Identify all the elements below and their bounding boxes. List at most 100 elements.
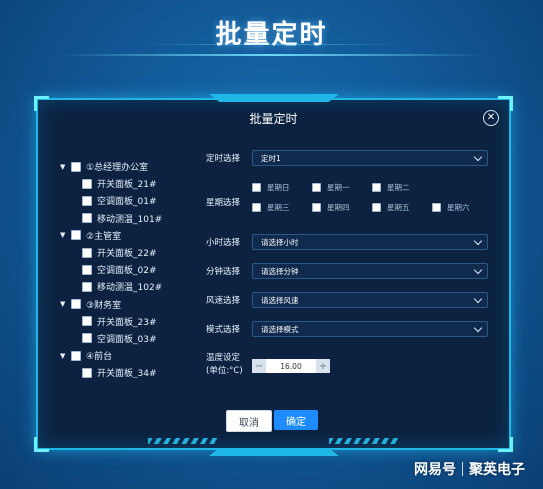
tree-item-label: ③财务室: [86, 300, 122, 311]
weekday-option[interactable]: 星期二: [372, 182, 410, 193]
weekday-checkbox[interactable]: [312, 183, 321, 192]
dialog-title: 批量定时: [249, 112, 298, 126]
weekday-option[interactable]: 星期三: [252, 202, 290, 213]
week-label: 星期选择: [206, 198, 241, 208]
timer-select-value: 定时1: [261, 153, 281, 163]
tree-checkbox[interactable]: [82, 333, 92, 344]
weekday-option[interactable]: 星期一: [312, 182, 350, 193]
timer-select[interactable]: 定时1: [252, 150, 488, 166]
weekday-label: 星期二: [387, 183, 410, 192]
weekday-checkbox[interactable]: [372, 203, 381, 212]
weekday-label: 星期一: [327, 183, 350, 192]
increment-button[interactable]: +: [316, 359, 330, 373]
mode-label: 模式选择: [206, 325, 241, 335]
tree-leaf-item[interactable]: 开关面板_23#: [60, 313, 190, 330]
tree-checkbox[interactable]: [82, 264, 92, 275]
watermark-left: 网易号: [414, 462, 456, 478]
tree-checkbox[interactable]: [82, 316, 92, 327]
tree-item-label: 移动测温_102#: [97, 283, 163, 294]
stripe-decoration: [329, 438, 399, 444]
caret-down-icon[interactable]: ▼: [60, 163, 68, 171]
tree-group-item[interactable]: ▼ ④前台: [60, 347, 190, 364]
weekday-label: 星期六: [447, 203, 470, 212]
tree-checkbox[interactable]: [71, 299, 81, 310]
tree-item-label: ④前台: [86, 352, 113, 363]
tree-leaf-item[interactable]: 空调面板_03#: [60, 330, 190, 347]
chevron-down-icon: [473, 152, 483, 162]
minute-select-placeholder: 请选择分钟: [261, 266, 299, 276]
chevron-down-icon: [473, 294, 483, 304]
caret-down-icon[interactable]: ▼: [60, 352, 68, 360]
hour-row: 小时选择: [206, 234, 250, 250]
minute-label: 分钟选择: [206, 267, 241, 277]
tree-item-label: 空调面板_02#: [97, 266, 157, 277]
cancel-button[interactable]: 取消: [226, 410, 272, 432]
weekday-label: 星期三: [267, 203, 290, 212]
confirm-button[interactable]: 确定: [274, 410, 318, 430]
temperature-value[interactable]: 16.00: [266, 359, 316, 373]
weekday-checkbox[interactable]: [252, 203, 261, 212]
tree-item-label: 空调面板_01#: [97, 197, 157, 208]
corner-decoration: [34, 96, 49, 111]
corner-decoration: [498, 96, 513, 111]
weekday-option[interactable]: 星期五: [372, 202, 410, 213]
temperature-stepper[interactable]: − 16.00 +: [252, 359, 330, 373]
minute-select[interactable]: 请选择分钟: [252, 263, 488, 279]
frame-tab-decoration: [209, 94, 339, 102]
tree-group-item[interactable]: ▼ ②主管室: [60, 227, 190, 244]
weekday-checkbox[interactable]: [252, 183, 261, 192]
temperature-label: 温度设定(单位:°C): [206, 353, 243, 376]
tree-checkbox[interactable]: [82, 213, 92, 224]
tree-checkbox[interactable]: [82, 195, 92, 206]
tree-item-label: 开关面板_22#: [97, 249, 157, 260]
tree-leaf-item[interactable]: 移动测温_101#: [60, 210, 190, 227]
tree-checkbox[interactable]: [82, 178, 92, 189]
weekday-option[interactable]: 星期六: [432, 202, 470, 213]
timer-label: 定时选择: [206, 154, 241, 164]
weekday-checkbox[interactable]: [312, 203, 321, 212]
watermark-right: 聚英电子: [469, 462, 525, 478]
tree-checkbox[interactable]: [82, 247, 92, 258]
weekday-checkbox[interactable]: [372, 183, 381, 192]
wind-select[interactable]: 请选择风速: [252, 292, 488, 308]
tree-checkbox[interactable]: [82, 367, 92, 378]
wind-label: 风速选择: [206, 296, 241, 306]
tree-leaf-item[interactable]: 开关面板_34#: [60, 364, 190, 378]
hour-label: 小时选择: [206, 238, 241, 248]
hour-select[interactable]: 请选择小时: [252, 234, 488, 250]
tree-item-label: 开关面板_34#: [97, 369, 157, 378]
tree-leaf-item[interactable]: 开关面板_21#: [60, 175, 190, 192]
weekday-option[interactable]: 星期日: [252, 182, 290, 193]
tree-item-label: ②主管室: [86, 231, 122, 242]
tree-group-item[interactable]: ▼ ③财务室: [60, 296, 190, 313]
tree-leaf-item[interactable]: 空调面板_02#: [60, 261, 190, 278]
tree-item-label: 开关面板_21#: [97, 180, 157, 191]
tree-leaf-item[interactable]: 空调面板_01#: [60, 192, 190, 209]
caret-down-icon[interactable]: ▼: [60, 231, 68, 239]
tree-leaf-item[interactable]: 移动测温_102#: [60, 278, 190, 295]
tree-checkbox[interactable]: [71, 350, 81, 361]
tree-checkbox[interactable]: [82, 281, 92, 292]
minute-row: 分钟选择: [206, 263, 250, 279]
corner-decoration: [34, 437, 49, 452]
tree-item-label: 开关面板_23#: [97, 317, 157, 328]
tree-checkbox[interactable]: [71, 161, 81, 172]
tree-checkbox[interactable]: [71, 230, 81, 241]
close-icon[interactable]: ✕: [483, 110, 499, 126]
mode-select-placeholder: 请选择模式: [261, 324, 299, 334]
mode-row: 模式选择: [206, 321, 250, 337]
weekday-label: 星期五: [387, 203, 410, 212]
decrement-button[interactable]: −: [252, 359, 266, 373]
weekday-option[interactable]: 星期四: [312, 202, 350, 213]
watermark-separator: [462, 462, 463, 476]
weekday-checkbox[interactable]: [432, 203, 441, 212]
batch-timer-dialog: 批量定时 ✕ ▼ ①总经理办公室开关面板_21# 空调面板_01# 移动测温_101#…: [34, 94, 513, 456]
caret-down-icon[interactable]: ▼: [60, 300, 68, 308]
tree-group-item[interactable]: ▼ ①总经理办公室: [60, 158, 190, 175]
tree-leaf-item[interactable]: 开关面板_22#: [60, 244, 190, 261]
wind-row: 风速选择: [206, 292, 250, 308]
hour-select-placeholder: 请选择小时: [261, 237, 299, 247]
title-glow-line: [140, 44, 403, 45]
watermark: 网易号 聚英电子: [414, 459, 525, 479]
mode-select[interactable]: 请选择模式: [252, 321, 488, 337]
